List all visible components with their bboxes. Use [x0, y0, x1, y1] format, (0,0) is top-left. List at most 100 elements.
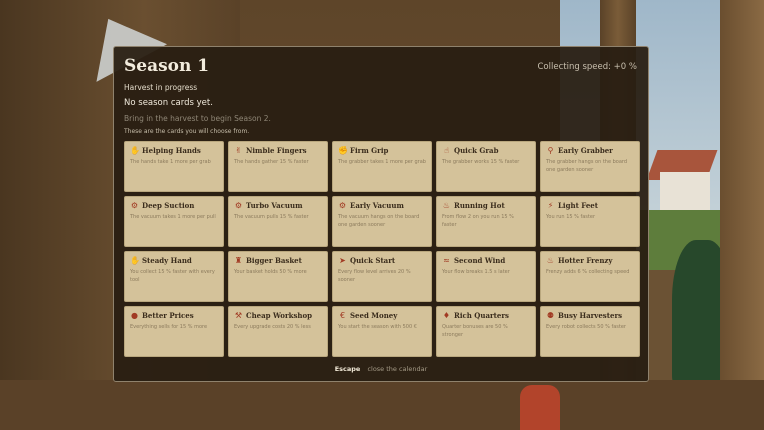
season-card[interactable]: € Seed Money You start the season with 500… — [332, 306, 432, 357]
wooden-beam-right — [720, 0, 764, 430]
season-card-header: ♨ Running Hot — [442, 201, 530, 210]
season-card-description: Your flow breaks 1.5 s later — [442, 269, 510, 275]
season-card[interactable]: ➤ Quick Start Every flow level arrives 20 … — [332, 251, 432, 302]
season-card-header: ⚒ Cheap Workshop — [234, 311, 322, 320]
wind-icon: ≈ — [443, 256, 450, 265]
season-card-header: ✋ Steady Hand — [130, 256, 218, 265]
barn-floor — [0, 380, 764, 430]
season-card-header: ⚡ Light Feet — [546, 201, 634, 210]
season-card-header: ✊ Firm Grip — [338, 146, 426, 155]
season-card-header: ⚙ Deep Suction — [130, 201, 218, 210]
season-card[interactable]: ♨ Hotter Frenzy Frenzy adds 6 % collecting… — [540, 251, 640, 302]
close-calendar-label: close the calendar — [367, 365, 428, 373]
season-card-description: Everything sells for 15 % more — [130, 324, 208, 330]
coin-icon: ● — [131, 311, 138, 320]
season-card[interactable]: ✋ Steady Hand You collect 15 % faster with… — [124, 251, 224, 302]
escape-key[interactable]: Escape — [335, 365, 361, 373]
season-card-name: Rich Quarters — [454, 311, 509, 320]
season-card-description: You run 15 % faster — [546, 214, 596, 220]
season-card-description: You start the season with 500 € — [338, 324, 417, 330]
season-card-name: Helping Hands — [142, 146, 201, 155]
season-card[interactable]: ⚡ Light Feet You run 15 % faster — [540, 196, 640, 247]
season-card-name: Bigger Basket — [246, 256, 302, 265]
season-card[interactable]: ⚙ Turbo Vacuum The vacuum pulls 15 % faste… — [228, 196, 328, 247]
season-card[interactable]: ♜ Bigger Basket Your basket holds 50 % mor… — [228, 251, 328, 302]
season-card-header: € Seed Money — [338, 311, 426, 320]
season-card-header: ⚉ Busy Harvesters — [546, 311, 634, 320]
grip-icon: ✊ — [338, 146, 348, 155]
player-character — [520, 385, 560, 430]
hand-icon: ✋ — [130, 146, 140, 155]
season-card-description: The grabber takes 1 more per grab — [338, 159, 426, 165]
harvest-status: Harvest in progress — [124, 83, 198, 92]
season-card-name: Seed Money — [350, 311, 398, 320]
season-card[interactable]: ☝ Quick Grab The grabber works 15 % faster — [436, 141, 536, 192]
season-card-name: Nimble Fingers — [246, 146, 307, 155]
season-card[interactable]: ⚒ Cheap Workshop Every upgrade costs 20 % … — [228, 306, 328, 357]
season-card-description: The vacuum takes 1 more per pull — [130, 214, 216, 220]
season-card-name: Steady Hand — [142, 256, 192, 265]
season-card-description: Your basket holds 50 % more — [234, 269, 307, 275]
season-card-description: The hands take 1 more per grab — [130, 159, 211, 165]
flame-icon: ♨ — [546, 256, 555, 265]
season-card-description: The vacuum pulls 15 % faster — [234, 214, 309, 220]
no-cards-message: No season cards yet. — [124, 98, 213, 108]
season-card-description: You collect 15 % faster with every tool — [130, 269, 215, 283]
money-icon: € — [339, 311, 346, 320]
season-card-name: Busy Harvesters — [558, 311, 623, 320]
season-card[interactable]: ≈ Second Wind Your flow breaks 1.5 s later — [436, 251, 536, 302]
season-card[interactable]: ⚙ Deep Suction The vacuum takes 1 more per… — [124, 196, 224, 247]
season-card-name: Deep Suction — [142, 201, 195, 210]
season-card-description: Quarter bonuses are 50 % stronger — [442, 324, 508, 338]
season-card-description: From flow 2 on you run 15 % faster — [442, 214, 514, 228]
season-card-name: Better Prices — [142, 311, 194, 320]
season-card[interactable]: ⚙ Early Vacuum The vacuum hangs on the boa… — [332, 196, 432, 247]
season-card[interactable]: ⚉ Busy Harvesters Every robot collects 50 … — [540, 306, 640, 357]
vacuum-icon: ⚙ — [338, 201, 347, 210]
season-card-description: The grabber hangs on the board one garde… — [546, 159, 628, 173]
season-card-name: Running Hot — [454, 201, 505, 210]
season-card[interactable]: ✌ Nimble Fingers The hands gather 15 % fas… — [228, 141, 328, 192]
season-card-header: ☝ Quick Grab — [442, 146, 530, 155]
season-card[interactable]: ✋ Helping Hands The hands take 1 more per … — [124, 141, 224, 192]
season-card[interactable]: ♦ Rich Quarters Quarter bonuses are 50 % s… — [436, 306, 536, 357]
season-card-name: Quick Start — [350, 256, 396, 265]
season-card-description: Every flow level arrives 20 % sooner — [338, 269, 411, 283]
season-card-description: The hands gather 15 % faster — [234, 159, 309, 165]
season-card-header: ⚲ Early Grabber — [546, 146, 634, 155]
season-card-description: Frenzy adds 6 % collecting speed — [546, 269, 630, 275]
robot-icon: ⚉ — [546, 311, 555, 320]
house — [660, 172, 710, 212]
season-card-description: Every robot collects 50 % faster — [546, 324, 626, 330]
season-card-header: ♦ Rich Quarters — [442, 311, 530, 320]
hammer-icon: ⚒ — [234, 311, 243, 320]
choose-cards-text: These are the cards you will choose from… — [124, 128, 250, 135]
fingers-icon: ✌ — [235, 146, 242, 155]
calendar-footer: Escape close the calendar — [114, 365, 648, 373]
season-card-name: Turbo Vacuum — [246, 201, 303, 210]
flame-icon: ♨ — [442, 201, 451, 210]
quarters-icon: ♦ — [442, 311, 451, 320]
suction-icon: ⚙ — [130, 201, 139, 210]
season-hint: Bring in the harvest to begin Season 2. — [124, 114, 271, 123]
season-card[interactable]: ⚲ Early Grabber The grabber hangs on the b… — [540, 141, 640, 192]
grab-icon: ☝ — [444, 146, 449, 155]
vacuum-icon: ⚙ — [234, 201, 243, 210]
season-card-header: ♨ Hotter Frenzy — [546, 256, 634, 265]
season-card[interactable]: ♨ Running Hot From flow 2 on you run 15 % … — [436, 196, 536, 247]
season-card-header: ⚙ Turbo Vacuum — [234, 201, 322, 210]
season-card-header: ≈ Second Wind — [442, 256, 530, 265]
season-card-name: Early Vacuum — [350, 201, 404, 210]
season-card-name: Hotter Frenzy — [558, 256, 613, 265]
season-card-name: Firm Grip — [350, 146, 389, 155]
season-card-name: Light Feet — [558, 201, 598, 210]
season-card-header: ♜ Bigger Basket — [234, 256, 322, 265]
hand-icon: ✋ — [130, 256, 140, 265]
start-icon: ➤ — [339, 256, 346, 265]
season-card-name: Early Grabber — [558, 146, 613, 155]
season-calendar-panel: Season 1 Collecting speed: +0 % Harvest … — [113, 46, 649, 382]
basket-icon: ♜ — [234, 256, 243, 265]
season-card[interactable]: ● Better Prices Everything sells for 15 % … — [124, 306, 224, 357]
season-card-grid: ✋ Helping Hands The hands take 1 more per … — [124, 141, 640, 357]
season-card[interactable]: ✊ Firm Grip The grabber takes 1 more per g… — [332, 141, 432, 192]
